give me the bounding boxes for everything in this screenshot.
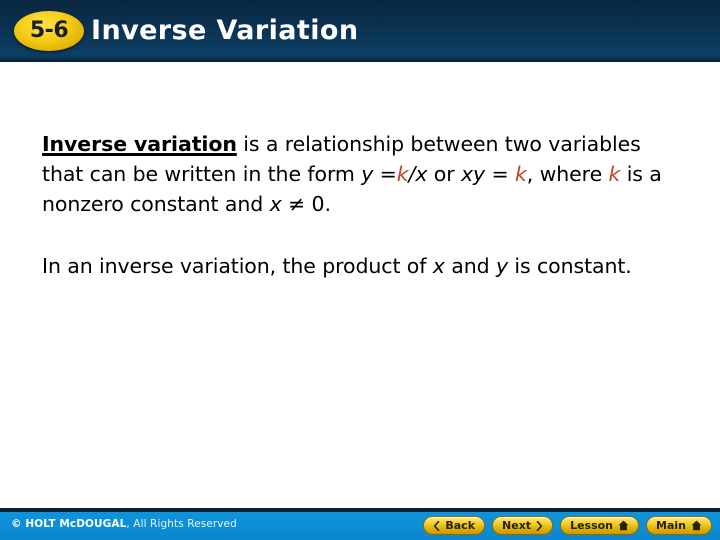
chevron-right-icon (536, 520, 543, 531)
constant-k-2: k (515, 162, 527, 186)
slide-content: Inverse variation is a relationship betw… (0, 62, 720, 508)
explanation-text-1: In an inverse variation, the product of (42, 254, 433, 278)
home-icon (618, 520, 629, 531)
slide-header: 5-6 Inverse Variation (0, 0, 720, 62)
page-title: Inverse Variation (91, 15, 359, 46)
variable-y-2: y (495, 254, 508, 278)
expression-xy: xy (461, 162, 486, 186)
copyright-rights: , All Rights Reserved (126, 518, 237, 530)
slide-footer: © HOLT McDOUGAL, All Rights Reserved Bac… (0, 512, 720, 540)
back-button-label: Back (445, 519, 476, 532)
definition-text-4: or (427, 162, 461, 186)
explanation-text-3: is constant. (507, 254, 632, 278)
constant-k-1: k (396, 162, 409, 186)
slide-root: 5-6 Inverse Variation Inverse variation … (0, 0, 720, 540)
lesson-number-badge: 5-6 (14, 11, 84, 51)
term-inverse-variation: Inverse variation (42, 132, 237, 156)
next-button[interactable]: Next (492, 516, 554, 535)
lesson-number-label: 5-6 (29, 17, 69, 43)
definition-text-2: = (373, 162, 397, 186)
definition-paragraph: Inverse variation is a relationship betw… (42, 129, 682, 219)
definition-text-5: = (485, 162, 515, 186)
main-home-button-label: Main (656, 519, 686, 532)
lesson-home-button[interactable]: Lesson (560, 516, 640, 535)
definition-text-8: ≠ 0. (281, 192, 331, 216)
copyright-notice: © HOLT McDOUGAL, All Rights Reserved (11, 518, 237, 530)
back-button[interactable]: Back (423, 516, 486, 535)
explanation-paragraph: In an inverse variation, the product of … (42, 251, 682, 281)
variable-x-2: x (269, 192, 282, 216)
main-home-button[interactable]: Main (646, 516, 712, 535)
lesson-home-button-label: Lesson (570, 519, 614, 532)
variable-x-3: x (432, 254, 445, 278)
variable-y-1: y (361, 162, 374, 186)
explanation-text-2: and (444, 254, 496, 278)
definition-text-6: , where (526, 162, 609, 186)
next-button-label: Next (502, 519, 532, 532)
navigation-button-group: Back Next Lesson Main (423, 516, 712, 535)
constant-k-3: k (608, 162, 621, 186)
home-icon (691, 520, 702, 531)
variable-x-1: x (415, 162, 428, 186)
copyright-brand: © HOLT McDOUGAL (11, 518, 127, 530)
chevron-left-icon (433, 520, 440, 531)
